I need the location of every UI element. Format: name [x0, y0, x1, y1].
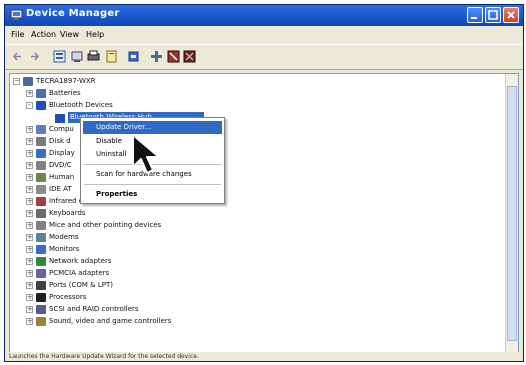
mouse-icon	[36, 221, 46, 230]
expand-expander[interactable]: +	[26, 270, 33, 277]
tree-item-label: Disk d	[49, 137, 71, 145]
pcmcia-icon	[36, 269, 46, 278]
device-manager-icon	[10, 9, 23, 20]
expand-expander[interactable]: +	[26, 246, 33, 253]
vertical-scrollbar[interactable]	[505, 74, 518, 354]
collapse-expander[interactable]: −	[13, 78, 20, 85]
expand-expander[interactable]: +	[26, 150, 33, 157]
close-button[interactable]	[503, 7, 519, 23]
minimize-icon	[471, 17, 477, 19]
window-controls	[467, 7, 519, 23]
scan-icon[interactable]	[150, 50, 163, 63]
expand-expander[interactable]: +	[26, 222, 33, 229]
tree-item-label: Processors	[49, 293, 87, 301]
tree-item-label: PCMCIA adapters	[49, 269, 110, 277]
menu-file[interactable]: File	[11, 30, 24, 39]
modem-icon	[36, 233, 46, 242]
disable-icon[interactable]	[167, 50, 180, 63]
computer-icon	[36, 125, 46, 134]
sound-icon	[36, 317, 46, 326]
ide-icon	[36, 185, 46, 194]
bluetooth-device-icon	[54, 113, 66, 124]
maximize-button[interactable]	[485, 7, 501, 23]
expand-expander[interactable]: +	[26, 126, 33, 133]
tree-item-label: Bluetooth Devices	[49, 101, 113, 109]
tree-item-label: IDE AT	[49, 185, 72, 193]
uninstall-icon[interactable]	[183, 50, 196, 63]
tree-item-label: Monitors	[49, 245, 80, 253]
menu-bar: File Action View Help	[5, 26, 523, 44]
status-bar: Launches the Hardware Update Wizard for …	[5, 352, 523, 361]
scsi-icon	[36, 305, 46, 314]
expand-expander[interactable]: +	[26, 318, 33, 325]
menu-properties[interactable]: Properties	[83, 188, 222, 201]
tree-item-label: Display	[49, 149, 75, 157]
monitor-icon	[36, 245, 46, 254]
port-icon	[36, 281, 46, 290]
toolbar	[5, 44, 523, 70]
expand-expander[interactable]: +	[26, 210, 33, 217]
minimize-button[interactable]	[467, 7, 483, 23]
tree-item-label: DVD/C	[49, 161, 72, 169]
update-driver-icon[interactable]	[127, 50, 140, 63]
expand-expander[interactable]: +	[26, 90, 33, 97]
print-icon[interactable]	[87, 50, 100, 63]
expand-expander[interactable]: +	[26, 186, 33, 193]
help-icon[interactable]	[105, 50, 118, 63]
expand-expander[interactable]: +	[26, 258, 33, 265]
refresh-icon[interactable]	[71, 50, 84, 63]
tree-item-label: Ports (COM & LPT)	[49, 281, 113, 289]
expand-expander[interactable]: +	[26, 162, 33, 169]
tree-item-label: Human	[49, 173, 75, 181]
tree-item-label: Network adapters	[49, 257, 112, 265]
properties-icon[interactable]	[53, 50, 66, 63]
title-bar[interactable]: Device Manager	[5, 5, 523, 26]
expand-expander[interactable]: +	[26, 198, 33, 205]
close-icon	[507, 11, 515, 19]
expand-expander[interactable]: +	[26, 234, 33, 241]
expand-expander[interactable]: +	[26, 294, 33, 301]
network-icon	[36, 257, 46, 266]
tree-item-label: Mice and other pointing devices	[49, 221, 162, 229]
maximize-icon	[488, 10, 498, 20]
tree-item-label: SCSI and RAID controllers	[49, 305, 139, 313]
menu-action[interactable]: Action	[31, 30, 56, 39]
tree-item-label: Compu	[49, 125, 74, 133]
mouse-cursor-icon	[132, 134, 160, 174]
expand-expander[interactable]: +	[26, 306, 33, 313]
dvd-icon	[36, 161, 46, 170]
bluetooth-icon	[36, 101, 46, 110]
computer-icon	[23, 77, 33, 86]
processor-icon	[36, 293, 46, 302]
menu-help[interactable]: Help	[86, 30, 104, 39]
back-icon[interactable]	[11, 50, 24, 63]
keyboard-icon	[36, 209, 46, 218]
battery-icon	[36, 89, 46, 98]
tree-item-label: Modems	[49, 233, 79, 241]
menu-view[interactable]: View	[60, 30, 79, 39]
expand-expander[interactable]: +	[26, 282, 33, 289]
scrollbar-thumb[interactable]	[507, 86, 517, 341]
infrared-icon	[36, 197, 46, 206]
forward-icon[interactable]	[28, 50, 41, 63]
disk-icon	[36, 137, 46, 146]
tree-item-label: Keyboards	[49, 209, 86, 217]
menu-separator	[84, 184, 221, 185]
tree-root-label: TECRA1897-WXR	[36, 77, 96, 85]
window-title: Device Manager	[26, 8, 120, 19]
expand-expander[interactable]: +	[26, 174, 33, 181]
collapse-expander[interactable]: -	[26, 102, 33, 109]
tree-item-label: Batteries	[49, 89, 81, 97]
hid-icon	[36, 173, 46, 182]
device-tree[interactable]: − TECRA1897-WXR + Batteries - Bluetooth …	[9, 73, 519, 355]
expand-expander[interactable]: +	[26, 138, 33, 145]
display-icon	[36, 149, 46, 158]
tree-item-label: Sound, video and game controllers	[49, 317, 172, 325]
